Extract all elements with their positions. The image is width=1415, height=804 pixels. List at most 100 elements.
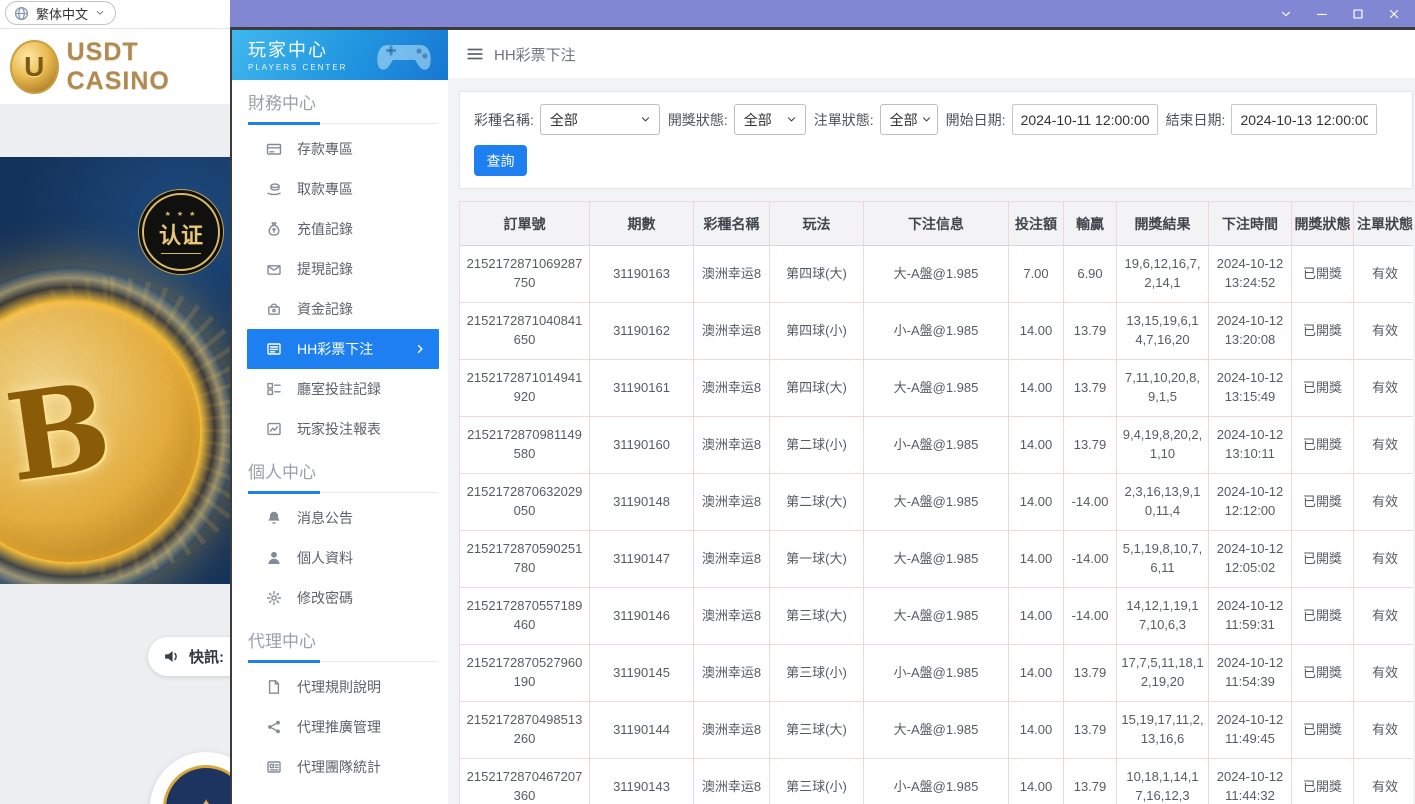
sidebar-item-代理規則說明[interactable]: 代理規則說明: [247, 667, 439, 707]
table-cell: 14.00: [1009, 588, 1064, 645]
table-cell: 14.00: [1009, 474, 1064, 531]
table-cell: 已開獎: [1292, 417, 1354, 474]
draw-status-select[interactable]: 全部: [734, 104, 806, 135]
sidebar-item-個人資料[interactable]: 個人資料: [247, 538, 439, 578]
sidebar-item-HH彩票下注[interactable]: HH彩票下注: [247, 329, 439, 369]
column-header: 開獎狀態: [1292, 202, 1354, 246]
caret-down-icon: [95, 8, 105, 18]
table-row: 215217287101494192031190161澳洲幸运8第四球(大)大-…: [460, 360, 1414, 417]
sidebar-item-消息公告[interactable]: 消息公告: [247, 498, 439, 538]
table-cell: 13.79: [1064, 702, 1117, 759]
table-cell: 14.00: [1009, 303, 1064, 360]
table-cell: 有效: [1354, 759, 1414, 804]
section-underline: [232, 491, 448, 494]
language-selector[interactable]: 繁体中文: [5, 1, 116, 25]
table-cell: 第四球(大): [770, 246, 864, 303]
lottery-name-label: 彩種名稱:: [474, 110, 534, 130]
sidebar-item-代理團隊統計[interactable]: 代理團隊統計: [247, 747, 439, 787]
sidebar-item-玩家投注報表[interactable]: 玩家投注報表: [247, 409, 439, 449]
brand-logo[interactable]: U USDT CASINO: [10, 38, 230, 96]
end-date-label: 結束日期:: [1166, 110, 1226, 130]
page-title: HH彩票下注: [494, 44, 576, 65]
badge-stars: ★ ★ ★: [165, 210, 198, 218]
sidebar-item-取款專區[interactable]: 取款專區: [247, 169, 439, 209]
table-cell: 14.00: [1009, 417, 1064, 474]
table-cell: 已開獎: [1292, 474, 1354, 531]
hand-icon: [266, 181, 282, 197]
sidebar-item-資金記錄[interactable]: 資金記錄: [247, 289, 439, 329]
wallet-icon: [266, 261, 282, 277]
table-cell: 17,7,5,11,18,12,19,20: [1117, 645, 1209, 702]
sidebar-item-充值記錄[interactable]: 充值記錄: [247, 209, 439, 249]
window-maximize-button[interactable]: [1347, 5, 1369, 23]
menu-toggle-icon[interactable]: [466, 45, 484, 63]
window-close-button[interactable]: [1383, 5, 1405, 23]
table-cell: 2024-10-12 13:15:49: [1209, 360, 1292, 417]
draw-status-value: 全部: [744, 110, 772, 130]
table-header-row: 訂單號期數彩種名稱玩法下注信息投注額輸贏開獎結果下注時間開獎狀態注單狀態: [460, 202, 1414, 246]
table-cell: 澳洲幸运8: [694, 474, 770, 531]
table-cell: 15,19,17,11,2,13,16,6: [1117, 702, 1209, 759]
divider: [0, 28, 230, 29]
start-date-input[interactable]: [1012, 104, 1158, 135]
table-cell: 第三球(小): [770, 645, 864, 702]
table-cell: 14.00: [1009, 531, 1064, 588]
section-underline: [232, 122, 448, 125]
column-header: 注單狀態: [1354, 202, 1414, 246]
table-cell: 31190144: [590, 702, 694, 759]
table-row: 215217287055718946031190146澳洲幸运8第三球(大)大-…: [460, 588, 1414, 645]
table-row: 215217287046720736031190143澳洲幸运8第三球(小)小-…: [460, 759, 1414, 804]
caret-down-icon: [640, 114, 651, 125]
window-minimize-button[interactable]: [1311, 5, 1333, 23]
sidebar-item-label: 提現記錄: [297, 259, 353, 279]
report-icon: [266, 421, 282, 437]
table-cell: 2024-10-12 11:49:45: [1209, 702, 1292, 759]
table-cell: 2024-10-12 11:54:39: [1209, 645, 1292, 702]
table-cell: 14.00: [1009, 360, 1064, 417]
idcard-icon: [266, 759, 282, 775]
certified-badge: ★ ★ ★ 认证: [142, 193, 220, 271]
coin-logo-icon: U: [10, 40, 59, 94]
order-status-select[interactable]: 全部: [880, 104, 938, 135]
orders-table-container: 訂單號期數彩種名稱玩法下注信息投注額輸贏開獎結果下注時間開獎狀態注單狀態 215…: [459, 201, 1413, 804]
table-cell: 第二球(大): [770, 474, 864, 531]
table-cell: 13.79: [1064, 360, 1117, 417]
table-cell: 2152172870498513260: [460, 702, 590, 759]
badge-underline: [161, 253, 201, 254]
lottery-name-select[interactable]: 全部: [540, 104, 660, 135]
sidebar-item-提現記錄[interactable]: 提現記錄: [247, 249, 439, 289]
table-cell: 澳洲幸运8: [694, 702, 770, 759]
sidebar-item-label: 修改密碼: [297, 588, 353, 608]
table-cell: 2024-10-12 13:20:08: [1209, 303, 1292, 360]
sidebar-item-存款專區[interactable]: 存款專區: [247, 129, 439, 169]
sidebar-item-label: 充值記錄: [297, 219, 353, 239]
order-status-value: 全部: [890, 110, 918, 130]
table-cell: 大-A盤@1.985: [864, 588, 1009, 645]
end-date-input[interactable]: [1231, 104, 1377, 135]
column-header: 輸贏: [1064, 202, 1117, 246]
bitcoin-b-glyph: B: [0, 356, 119, 510]
table-cell: 澳洲幸运8: [694, 759, 770, 804]
window-titlebar: [230, 0, 1415, 27]
table-cell: 小-A盤@1.985: [864, 417, 1009, 474]
language-label: 繁体中文: [36, 4, 88, 23]
bitcoin-banner-image: B ★ ★ ★ 认证: [0, 157, 230, 584]
table-cell: 有效: [1354, 645, 1414, 702]
chevron-right-icon: [414, 343, 426, 355]
table-cell: 大-A盤@1.985: [864, 531, 1009, 588]
table-cell: 13.79: [1064, 645, 1117, 702]
badge-text: 认证: [159, 218, 203, 250]
globe-icon: [14, 6, 29, 21]
search-button[interactable]: 查詢: [474, 145, 527, 176]
sidebar-item-代理推廣管理[interactable]: 代理推廣管理: [247, 707, 439, 747]
table-cell: 2024-10-12 12:05:02: [1209, 531, 1292, 588]
table-cell: 已開獎: [1292, 588, 1354, 645]
table-cell: 第四球(大): [770, 360, 864, 417]
window-chevron-button[interactable]: [1275, 5, 1297, 23]
table-cell: 2024-10-12 11:59:31: [1209, 588, 1292, 645]
column-header: 玩法: [770, 202, 864, 246]
doc-icon: [266, 679, 282, 695]
sidebar-item-修改密碼[interactable]: 修改密碼: [247, 578, 439, 618]
sidebar-item-廳室投註記録[interactable]: 廳室投註記録: [247, 369, 439, 409]
filter-panel: 彩種名稱: 全部 開獎狀態: 全部 注單狀態: 全部: [459, 91, 1413, 189]
